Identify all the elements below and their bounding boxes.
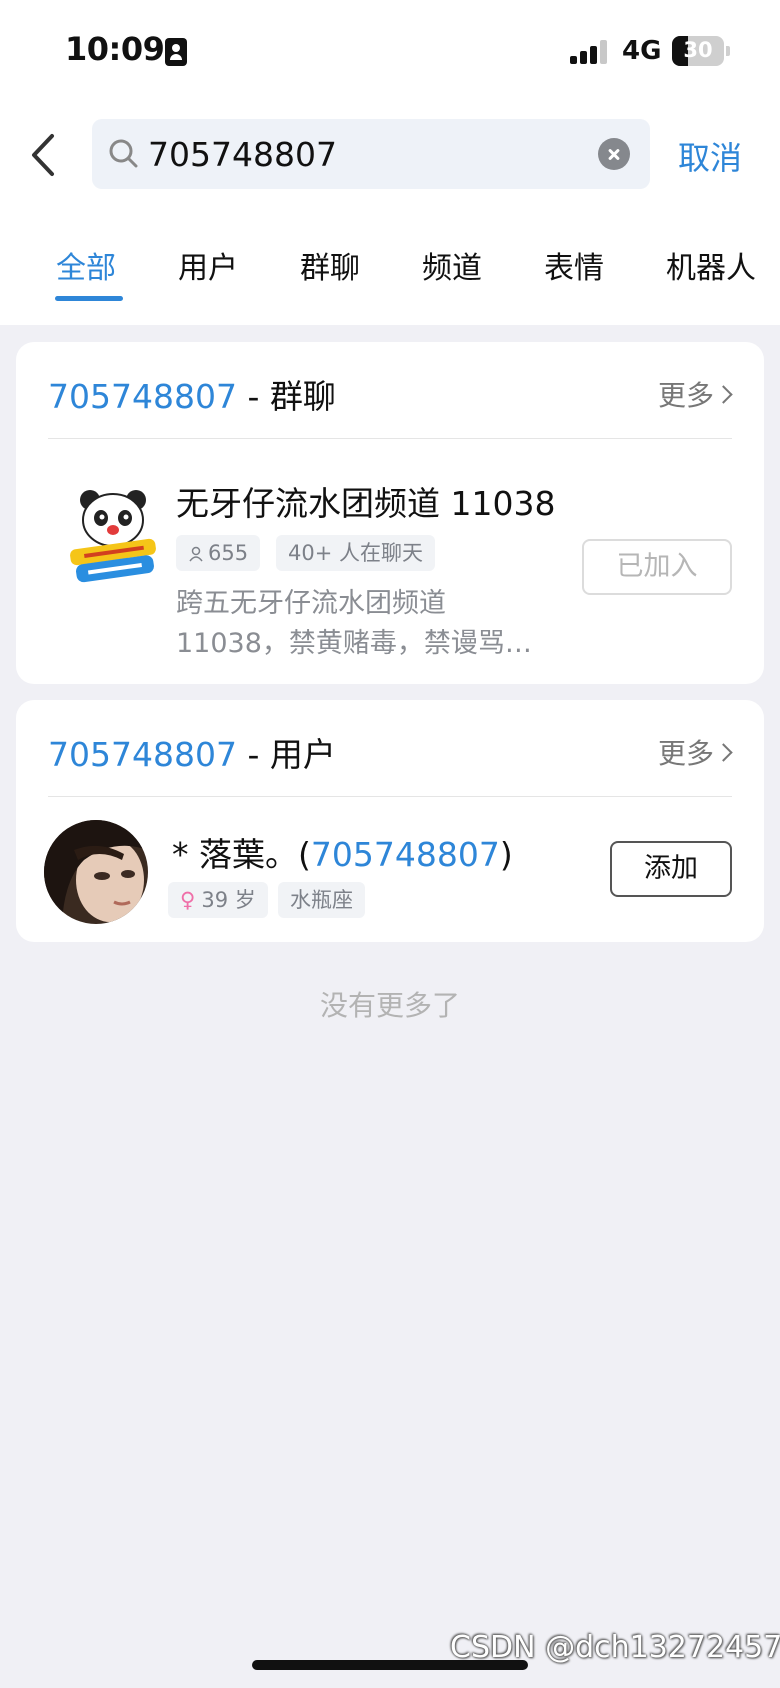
group-section-title: 705748807 - 群聊 [48, 370, 336, 418]
female-icon: ♀ [180, 888, 196, 912]
member-count-tag: 655 [176, 535, 261, 571]
member-count: 655 [208, 541, 249, 565]
user-more-label: 更多 [657, 737, 714, 770]
battery-level: 30 [683, 38, 713, 62]
group-description: 跨五无牙仔流水团频道 11038，禁黄赌毒，禁谩骂… [176, 588, 532, 659]
signal-icon [570, 40, 610, 64]
tab-channels[interactable]: 频道 [422, 243, 482, 287]
user-qq-number: 705748807 [310, 835, 500, 874]
tab-active-indicator [55, 296, 123, 301]
battery-icon: 30 [672, 36, 724, 66]
search-input[interactable] [148, 129, 568, 179]
back-icon[interactable] [22, 128, 72, 182]
user-age: 39 岁 [201, 888, 256, 912]
tab-users[interactable]: 用户 [178, 243, 238, 287]
tab-stickers[interactable]: 表情 [544, 243, 604, 287]
group-more-label: 更多 [657, 379, 714, 412]
add-friend-button[interactable]: 添加 [610, 841, 732, 897]
tab-all[interactable]: 全部 [56, 243, 116, 287]
chatting-tag: 40+ 人在聊天 [276, 535, 435, 571]
group-name[interactable]: 无牙仔流水团频道 11038 [176, 477, 555, 525]
divider [48, 438, 732, 439]
battery-nub [726, 46, 730, 56]
home-indicator[interactable] [252, 1660, 528, 1670]
joined-button[interactable]: 已加入 [582, 539, 732, 595]
tab-bots[interactable]: 机器人 [666, 243, 756, 287]
panda-group-avatar[interactable] [58, 482, 168, 592]
cancel-button[interactable]: 取消 [678, 133, 742, 179]
group-section-label: - 群聊 [236, 377, 336, 416]
person-icon [189, 546, 203, 562]
user-name-close: ) [499, 835, 513, 874]
constellation-tag: 水瓶座 [278, 882, 365, 918]
user-avatar[interactable] [44, 820, 148, 924]
user-section-title: 705748807 - 用户 [48, 728, 336, 776]
chevron-right-icon [714, 385, 733, 404]
user-section-label: - 用户 [236, 735, 336, 774]
user-section-query: 705748807 [48, 735, 237, 774]
search-bar[interactable] [92, 119, 650, 189]
group-results-card: 705748807 - 群聊 更多 无牙仔流水团频道 11038 655 40+… [16, 342, 764, 684]
network-type: 4G [622, 36, 662, 66]
group-more-link[interactable]: 更多 [657, 374, 733, 414]
tab-groups[interactable]: 群聊 [300, 243, 360, 287]
search-icon [109, 139, 138, 168]
no-more-text: 没有更多了 [319, 989, 460, 1022]
clear-icon[interactable] [598, 138, 630, 170]
group-section-query: 705748807 [48, 377, 237, 416]
user-name[interactable]: * 落葉。(705748807) [172, 828, 513, 876]
chevron-right-icon [714, 743, 733, 762]
user-nickname: * 落葉。( [172, 835, 311, 874]
user-results-card: 705748807 - 用户 更多 * 落葉。(705748807) ♀ 39 岁… [16, 700, 764, 942]
user-more-link[interactable]: 更多 [657, 732, 733, 772]
contact-card-icon [165, 38, 187, 66]
divider [48, 796, 732, 797]
status-time: 10:09 [65, 30, 165, 68]
age-tag: ♀ 39 岁 [168, 882, 268, 918]
